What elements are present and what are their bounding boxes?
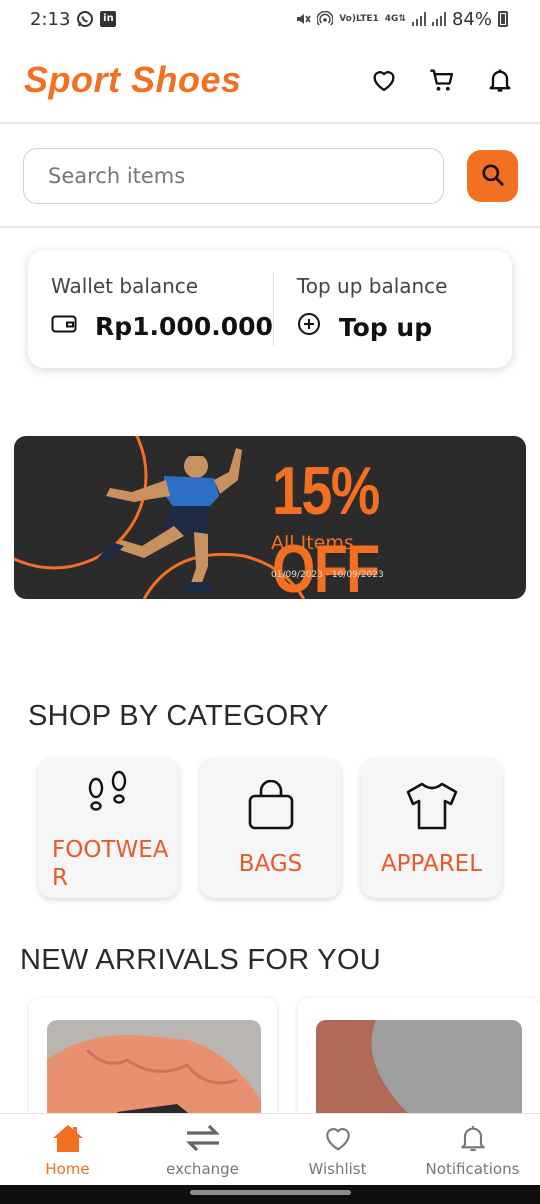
bell-icon[interactable] [486, 66, 514, 94]
cart-icon[interactable] [428, 66, 456, 94]
topup-label: Top up balance [296, 274, 448, 298]
bag-icon [200, 780, 341, 832]
category-footwear[interactable]: FOOTWEAR [38, 758, 179, 898]
search-icon [480, 162, 506, 191]
category-bags[interactable]: BAGS [200, 758, 341, 898]
system-navigation-bar [0, 1185, 540, 1204]
banner-dates: 01/09/2023 - 10/09/2023 [271, 570, 384, 580]
bottom-navigation: Home exchange Wishlist Notifications [0, 1113, 540, 1185]
signal-icon-secondary [431, 12, 446, 26]
product-image [47, 1020, 261, 1128]
category-label: APPAREL [380, 851, 483, 877]
topup-section[interactable]: Top up balance Top up [274, 250, 512, 368]
wallet-balance-section: Wallet balance Rp1.000.000 [28, 250, 273, 368]
app-header: Sport Shoes [0, 38, 540, 124]
category-section-title: SHOP BY CATEGORY [28, 700, 329, 732]
header-actions [370, 66, 514, 94]
volte-top-text: Vo) [339, 13, 356, 24]
wallet-balance-value: Rp1.000.000 [95, 312, 273, 341]
wallet-balance-row: Rp1.000.000 [51, 312, 273, 341]
nav-notifications[interactable]: Notifications [405, 1114, 540, 1185]
hotspot-icon [317, 11, 334, 27]
wallet-balance-label: Wallet balance [51, 274, 199, 298]
search-input[interactable] [23, 148, 444, 204]
product-card[interactable] [298, 998, 540, 1128]
arrivals-section-title: NEW ARRIVALS FOR YOU [20, 944, 382, 976]
footprints-icon [38, 768, 179, 820]
heart-icon [322, 1122, 354, 1154]
home-icon [51, 1122, 85, 1154]
category-label: FOOTWEAR [52, 837, 169, 891]
whatsapp-icon [76, 10, 94, 28]
category-apparel[interactable]: APPAREL [361, 758, 502, 898]
nav-label: Home [45, 1160, 90, 1178]
tshirt-icon [361, 780, 502, 832]
wallet-icon [51, 312, 77, 341]
battery-icon [498, 11, 508, 27]
product-card[interactable] [29, 998, 277, 1128]
status-bar: 2:13 in Vo) LTE1 4G ⇅ 84% [0, 0, 540, 38]
status-bar-right: Vo) LTE1 4G ⇅ 84% [295, 9, 508, 30]
product-image [316, 1020, 522, 1128]
plus-circle-icon [297, 312, 321, 342]
exchange-icon [184, 1122, 222, 1154]
brand-title: Sport Shoes [24, 59, 242, 100]
data-arrows-icon: ⇅ [398, 13, 406, 24]
volte-indicator: Vo) LTE1 [339, 13, 379, 24]
nav-wishlist[interactable]: Wishlist [270, 1114, 405, 1185]
signal-icon [411, 12, 426, 26]
status-time: 2:13 [30, 8, 71, 30]
mute-icon [295, 11, 311, 27]
heart-icon[interactable] [370, 66, 398, 94]
network-type-text: 4G [384, 13, 399, 24]
search-button[interactable] [467, 150, 518, 202]
nav-exchange[interactable]: exchange [135, 1114, 270, 1185]
promo-banner[interactable]: 15% OFF All Items 01/09/2023 - 10/09/202… [14, 436, 526, 599]
topup-button[interactable]: Top up [297, 312, 512, 342]
topup-action-text: Top up [338, 312, 433, 342]
bell-icon [457, 1122, 489, 1154]
volte-bottom-text: LTE1 [355, 13, 379, 24]
category-label: BAGS [238, 851, 303, 877]
banner-subtitle: All Items [271, 532, 354, 554]
linkedin-icon: in [100, 11, 117, 27]
network-type-label: 4G ⇅ [384, 13, 406, 24]
status-bar-left: 2:13 in [30, 8, 117, 30]
wallet-card: Wallet balance Rp1.000.000 Top up balanc… [28, 250, 512, 368]
home-gesture-handle[interactable] [190, 1190, 351, 1195]
search-bar [0, 126, 540, 228]
nav-home[interactable]: Home [0, 1114, 135, 1185]
nav-label: Wishlist [308, 1160, 367, 1178]
nav-label: Notifications [425, 1160, 520, 1178]
battery-percent: 84% [451, 8, 492, 30]
nav-label: exchange [166, 1160, 239, 1178]
